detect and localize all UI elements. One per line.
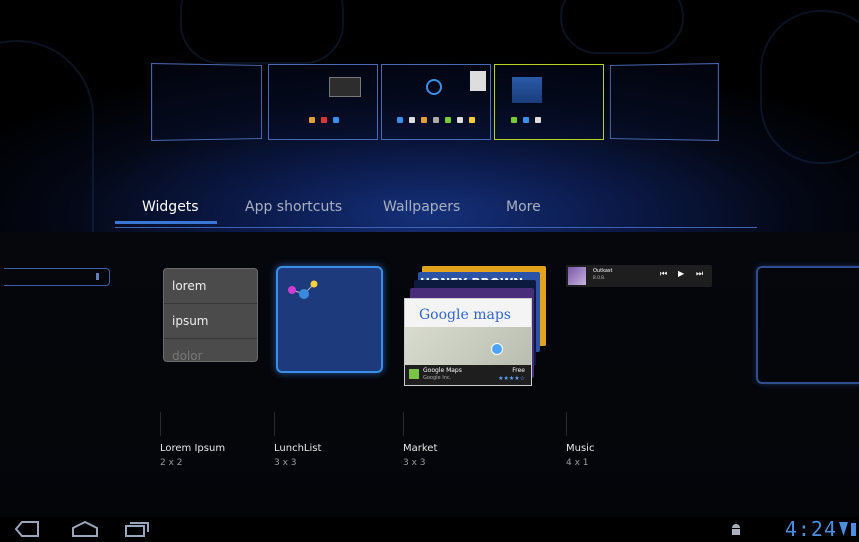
mini-clock-widget — [426, 79, 442, 95]
app-price: Free — [512, 367, 525, 374]
back-icon[interactable] — [14, 520, 40, 538]
tab-app-shortcuts[interactable]: App shortcuts — [245, 196, 342, 224]
recent-apps-icon[interactable] — [124, 520, 150, 538]
rating-stars: ★★★★☆ — [498, 375, 525, 382]
home-screen-panel-current[interactable] — [494, 64, 604, 140]
background-android-decoration — [760, 10, 859, 164]
background-android-decoration — [560, 0, 684, 54]
widget-size: 3 x 3 — [403, 458, 426, 468]
app-developer: Google Inc. — [423, 375, 452, 381]
customize-tabs: Widgets App shortcuts Wallpapers More — [115, 196, 757, 228]
system-bar: 4:24 — [0, 517, 859, 542]
mini-app-icons — [382, 117, 490, 123]
background-android-decoration — [180, 0, 344, 64]
tab-widgets[interactable]: Widgets — [142, 196, 199, 224]
mini-app-icons — [511, 117, 603, 123]
play-icon: ▶ — [678, 269, 685, 278]
previous-track-icon: ⏮ — [660, 269, 668, 278]
launcher-customize-screen: Widgets App shortcuts Wallpapers More lo… — [0, 0, 859, 542]
market-widget-preview[interactable]: HONEY BROWN Google maps Google Maps Goog… — [400, 266, 550, 386]
lorem-ipsum-widget-preview[interactable]: lorem ipsum dolor — [163, 268, 258, 362]
next-track-icon: ⏭ — [696, 269, 704, 278]
album-art — [568, 267, 586, 285]
widget-name: LunchList — [274, 443, 322, 454]
map-thumbnail — [405, 327, 531, 367]
home-screen-panel-2[interactable] — [268, 64, 378, 140]
home-icon[interactable] — [70, 520, 100, 538]
widget-size: 3 x 3 — [274, 458, 297, 468]
molecule-icon — [288, 280, 318, 299]
mini-app-icons — [309, 117, 377, 123]
home-screen-panel-3[interactable] — [381, 64, 491, 140]
widget-size: 2 x 2 — [160, 458, 183, 468]
google-maps-logo: Google maps — [419, 307, 511, 323]
music-artist: Outkast — [593, 268, 613, 274]
previous-page-widget-partial[interactable] — [4, 268, 110, 286]
mini-book-widget — [470, 71, 486, 91]
lorem-list-item: dolor — [164, 339, 257, 361]
location-dot-icon — [491, 343, 503, 355]
music-widget-preview[interactable]: Outkast B.O.B. ⏮ ▶ ⏭ — [566, 265, 712, 287]
home-screen-panel-1[interactable] — [151, 62, 263, 142]
lunchlist-widget-preview[interactable] — [276, 266, 383, 373]
android-notification-icon[interactable] — [730, 522, 742, 536]
widget-size: 4 x 1 — [566, 458, 589, 468]
tab-more[interactable]: More — [506, 196, 541, 224]
battery-icon — [851, 523, 856, 536]
widget-name: Music — [566, 443, 595, 454]
signal-icon — [839, 522, 848, 536]
widget-name: Lorem Ipsum — [160, 443, 226, 454]
lorem-list-item: lorem — [164, 269, 257, 304]
lorem-list-item: ipsum — [164, 304, 257, 339]
next-page-widget-partial[interactable] — [756, 266, 859, 384]
google-maps-card: Google maps Google Maps Google Inc. Free… — [404, 298, 532, 386]
app-info-footer: Google Maps Google Inc. Free ★★★★☆ — [405, 365, 531, 385]
music-track: B.O.B. — [593, 275, 606, 280]
home-screen-panel-5[interactable] — [609, 63, 719, 141]
active-tab-indicator — [115, 221, 217, 224]
status-clock[interactable]: 4:24 — [785, 517, 837, 541]
app-name: Google Maps — [423, 367, 462, 374]
widget-name: Market — [403, 443, 438, 454]
maps-app-icon — [409, 369, 419, 379]
tab-wallpapers[interactable]: Wallpapers — [383, 196, 460, 224]
tab-divider — [115, 227, 757, 228]
mini-widget-preview — [329, 77, 361, 97]
mini-widget-preview — [512, 77, 542, 103]
